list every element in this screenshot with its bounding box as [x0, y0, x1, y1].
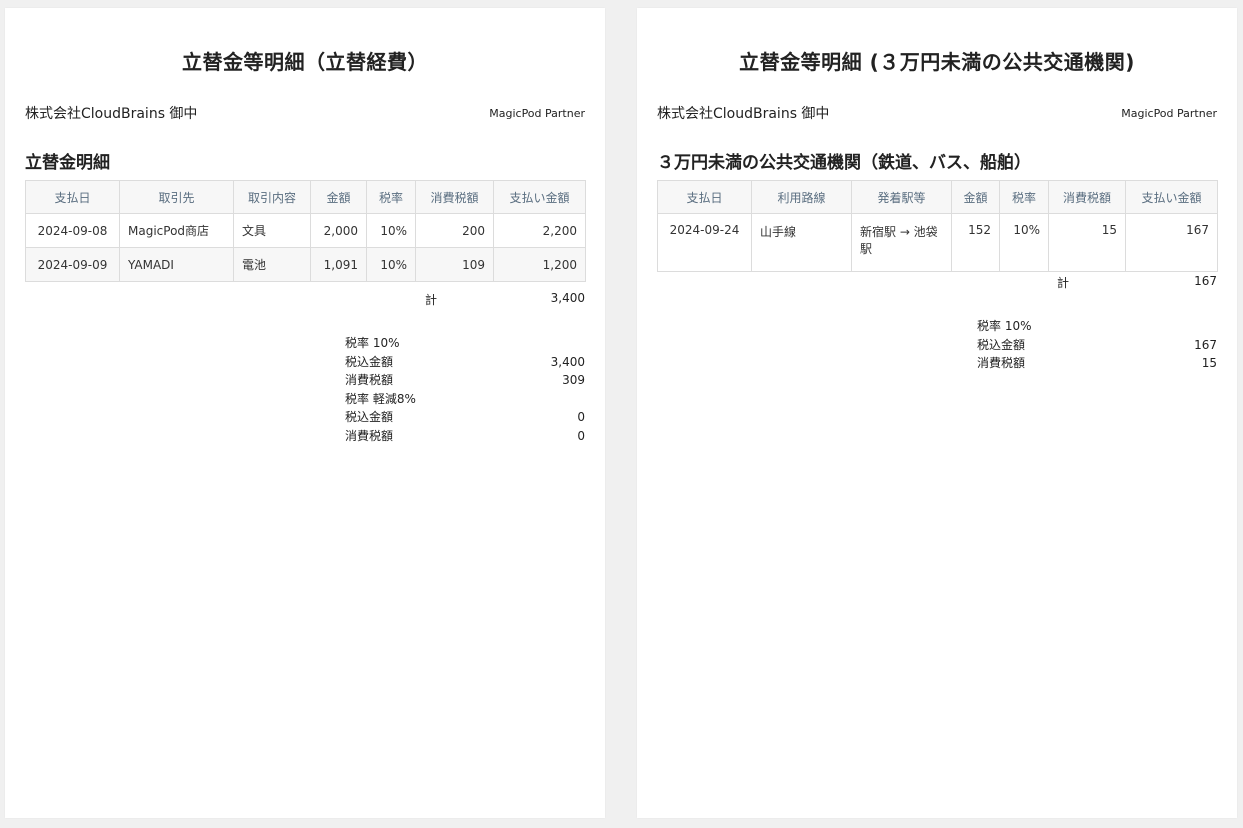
cell-vendor: YAMADI	[119, 247, 234, 282]
cell-route: 山手線	[751, 213, 852, 272]
cell-tax-rate: 10%	[366, 247, 416, 282]
cell-amount: 1,091	[310, 247, 367, 282]
column-header: 取引内容	[233, 180, 311, 214]
column-header: 金額	[310, 180, 367, 214]
cell-payment: 2,200	[493, 213, 586, 248]
cell-tax-rate: 10%	[999, 213, 1049, 272]
cell-vendor: MagicPod商店	[119, 213, 234, 248]
tax-summary-line: 消費税額 309	[345, 371, 585, 390]
tax-summary-line: 消費税額 0	[345, 427, 585, 446]
cell-amount: 2,000	[310, 213, 367, 248]
column-header: 支払日	[657, 180, 752, 214]
document-header: 株式会社CloudBrains 御中 MagicPod Partner	[657, 103, 1217, 123]
column-header: 支払い金額	[493, 180, 586, 214]
document-header: 株式会社CloudBrains 御中 MagicPod Partner	[25, 103, 585, 123]
tax-summary-value: 15	[1201, 356, 1217, 371]
cell-description: 電池	[233, 247, 311, 282]
cell-amount: 152	[951, 213, 1000, 272]
cell-date: 2024-09-08	[25, 213, 120, 248]
table-header-row: 支払日 取引先 取引内容 金額 税率 消費税額 支払い金額	[25, 180, 586, 214]
recipient-name: 株式会社CloudBrains 御中	[657, 106, 830, 122]
tax-summary-label: 消費税額	[977, 356, 1026, 371]
tax-summary-value: 3,400	[550, 354, 585, 369]
column-header: 発着駅等	[851, 180, 952, 214]
column-header: 税率	[999, 180, 1049, 214]
tax-summary: 税率 10% 税込金額 3,400 消費税額 309 税率 軽減8% 税込金額 …	[345, 334, 585, 446]
document-title: 立替金等明細（立替経費）	[182, 50, 428, 74]
column-header: 消費税額	[415, 180, 494, 214]
tax-summary-line: 消費税額 15	[977, 354, 1217, 373]
column-header: 利用路線	[751, 180, 852, 214]
tax-summary-label: 消費税額	[345, 373, 394, 388]
tax-summary-label: 税率 10%	[977, 319, 1032, 333]
tax-summary-label: 税込金額	[345, 354, 394, 369]
total-value: 3,400	[550, 291, 585, 305]
column-header: 消費税額	[1048, 180, 1126, 214]
tax-summary-line: 税込金額 0	[345, 408, 585, 427]
total-label: 計	[1057, 276, 1070, 290]
column-header: 金額	[951, 180, 1000, 214]
section-title: 立替金明細	[25, 153, 110, 173]
tax-summary-label: 税率 軽減8%	[345, 391, 416, 406]
tax-summary-label: 税込金額	[345, 410, 394, 425]
column-header: 税率	[366, 180, 416, 214]
total-row: 計 167	[1057, 274, 1217, 291]
total-row: 計 3,400	[425, 291, 585, 308]
transit-document-page: 立替金等明細 (３万円未満の公共交通機関) 株式会社CloudBrains 御中…	[637, 8, 1237, 818]
expense-document-page: 立替金等明細（立替経費） 株式会社CloudBrains 御中 MagicPod…	[5, 8, 605, 818]
cell-tax: 200	[415, 213, 494, 248]
table-header-row: 支払日 利用路線 発着駅等 金額 税率 消費税額 支払い金額	[657, 180, 1218, 214]
tax-summary-line: 税率 10%	[977, 317, 1217, 336]
column-header: 支払い金額	[1125, 180, 1218, 214]
cell-tax-rate: 10%	[366, 213, 416, 248]
tax-summary-value: 167	[1194, 337, 1217, 352]
column-header: 取引先	[119, 180, 234, 214]
column-header: 支払日	[25, 180, 120, 214]
tax-summary-value: 0	[577, 410, 585, 425]
total-value: 167	[1194, 274, 1217, 288]
tax-summary-line: 税率 軽減8%	[345, 390, 585, 409]
tax-summary-line: 税込金額 3,400	[345, 353, 585, 372]
cell-tax: 109	[415, 247, 494, 282]
cell-date: 2024-09-24	[657, 213, 752, 272]
recipient-name: 株式会社CloudBrains 御中	[25, 106, 198, 122]
cell-tax: 15	[1048, 213, 1126, 272]
tax-summary-value: 309	[562, 373, 585, 388]
tax-summary-line: 税率 10%	[345, 334, 585, 353]
issuer-name: MagicPod Partner	[489, 106, 585, 120]
issuer-name: MagicPod Partner	[1121, 106, 1217, 120]
expense-table: 支払日 取引先 取引内容 金額 税率 消費税額 支払い金額 2024-09-08…	[25, 180, 586, 282]
table-row: 2024-09-08 MagicPod商店 文具 2,000 10% 200 2…	[25, 213, 586, 248]
section-title: ３万円未満の公共交通機関（鉄道、バス、船舶）	[657, 153, 1031, 173]
cell-payment: 167	[1125, 213, 1218, 272]
tax-summary-line: 税込金額 167	[977, 336, 1217, 355]
transit-table: 支払日 利用路線 発着駅等 金額 税率 消費税額 支払い金額 2024-09-2…	[657, 180, 1218, 272]
tax-summary-label: 税込金額	[977, 337, 1026, 352]
table-row: 2024-09-24 山手線 新宿駅 → 池袋駅 152 10% 15 167	[657, 213, 1218, 272]
cell-date: 2024-09-09	[25, 247, 120, 282]
tax-summary-value: 0	[577, 428, 585, 443]
cell-description: 文具	[233, 213, 311, 248]
tax-summary-label: 税率 10%	[345, 336, 400, 350]
document-title: 立替金等明細 (３万円未満の公共交通機関)	[739, 50, 1135, 74]
table-row: 2024-09-09 YAMADI 電池 1,091 10% 109 1,200	[25, 247, 586, 282]
cell-payment: 1,200	[493, 247, 586, 282]
tax-summary-label: 消費税額	[345, 428, 394, 443]
cell-stations: 新宿駅 → 池袋駅	[851, 213, 952, 272]
tax-summary: 税率 10% 税込金額 167 消費税額 15	[977, 317, 1217, 373]
total-label: 計	[425, 293, 438, 307]
